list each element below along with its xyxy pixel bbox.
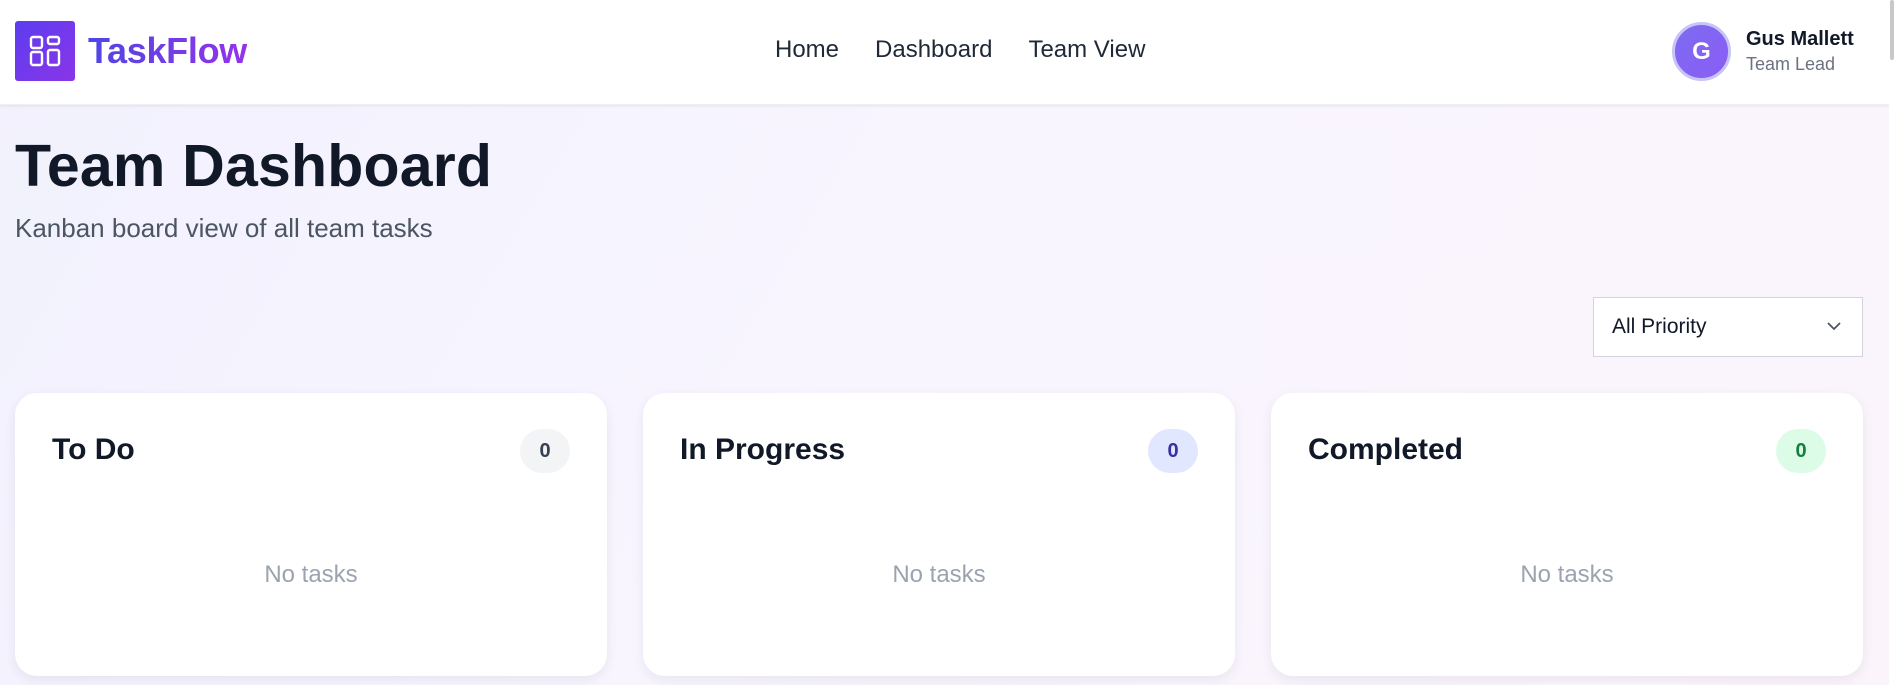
empty-state-text: No tasks — [892, 561, 986, 588]
chevron-down-icon — [1826, 318, 1842, 336]
task-count-badge: 0 — [520, 429, 570, 473]
vertical-scrollbar[interactable] — [1889, 0, 1894, 685]
column-to-do: To Do 0 No tasks — [15, 393, 607, 676]
priority-filter-select[interactable]: All Priority — [1593, 297, 1863, 357]
user-role: Team Lead — [1746, 54, 1836, 74]
column-title: Completed — [1308, 433, 1464, 466]
column-in-progress: In Progress 0 No tasks — [643, 393, 1235, 676]
main-nav: Home Dashboard Team View — [775, 36, 1145, 64]
priority-filter-value: All Priority — [1612, 315, 1707, 338]
user-name: Gus Mallett — [1746, 28, 1854, 50]
top-header: TaskFlow Home Dashboard Team View G Gus … — [0, 0, 1889, 105]
app-name: TaskFlow — [88, 30, 247, 71]
column-title: In Progress — [680, 433, 846, 466]
empty-state-text: No tasks — [1520, 561, 1614, 588]
empty-state-text: No tasks — [264, 561, 358, 588]
task-count-badge: 0 — [1148, 429, 1198, 473]
user-menu[interactable]: G Gus Mallett Team Lead — [1672, 22, 1854, 81]
nav-link-team-view[interactable]: Team View — [1028, 36, 1145, 64]
nav-link-home[interactable]: Home — [775, 36, 839, 64]
column-title: To Do — [52, 433, 135, 466]
page: TaskFlow Home Dashboard Team View G Gus … — [0, 0, 1889, 685]
page-subtitle: Kanban board view of all team tasks — [15, 213, 433, 243]
task-count-badge: 0 — [1776, 429, 1826, 473]
user-info: Gus Mallett Team Lead — [1746, 28, 1854, 75]
dashboard-grid-icon — [15, 21, 75, 81]
page-title: Team Dashboard — [15, 133, 493, 199]
nav-link-dashboard[interactable]: Dashboard — [875, 36, 992, 64]
avatar[interactable]: G — [1672, 22, 1731, 81]
scrollbar-thumb[interactable] — [1890, 0, 1894, 60]
app-logo[interactable]: TaskFlow — [15, 21, 247, 81]
column-completed: Completed 0 No tasks — [1271, 393, 1863, 676]
